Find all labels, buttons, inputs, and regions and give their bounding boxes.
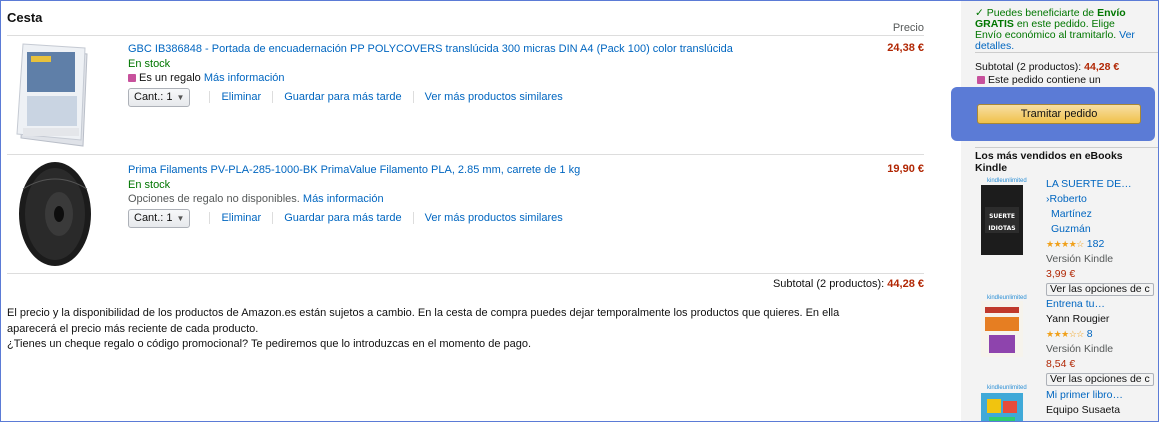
book-author: Equipo Susaeta [1046, 404, 1121, 416]
book-cover[interactable]: SUERTE IDIOTAS [981, 185, 1023, 255]
item-price: 19,90 € [887, 163, 924, 175]
product-title-link[interactable]: GBC IB386848 - Portada de encuadernación… [128, 42, 924, 56]
book-cover[interactable] [981, 393, 1023, 422]
star-rating-icon[interactable]: ★★★☆☆ [1046, 329, 1084, 339]
quantity-label: Cant.: [134, 212, 164, 224]
purchase-options-button[interactable]: Ver las opciones de c [1046, 283, 1154, 296]
product-image-binding-covers[interactable] [13, 40, 97, 150]
gift-info-link[interactable]: Más información [303, 193, 384, 205]
product-image-filament-spool[interactable] [13, 159, 97, 269]
ebooks-heading: Los más vendidos en eBooks Kindle [975, 150, 1123, 174]
free-shipping-message: ✓ Puedes beneficiarte de Envío GRATIS en… [975, 8, 1140, 52]
star-rating-icon[interactable]: ★★★★☆ [1046, 239, 1084, 249]
ebook-recommendation-2: kindleunlimited Entrena tu… Yann Rougier… [975, 295, 1158, 387]
save-for-later-link[interactable]: Guardar para más tarde [284, 212, 401, 224]
quantity-value: 1 [166, 91, 173, 103]
disclaimer-line: El precio y la disponibilidad de los pro… [7, 307, 840, 319]
cart-page: Cesta Precio GBC IB386848 - Portada de e… [0, 0, 1159, 422]
rating-count-link[interactable]: 182 [1087, 238, 1105, 250]
gift-label: Es un regalo [139, 72, 201, 84]
price-column-header: Precio [892, 22, 924, 34]
quantity-value: 1 [166, 212, 173, 224]
checkout-button[interactable]: Tramitar pedido [977, 104, 1141, 124]
subtotal-label: Subtotal (2 productos): [975, 61, 1082, 73]
stock-status: En stock [128, 58, 171, 70]
delete-link[interactable]: Eliminar [221, 212, 261, 224]
svg-text:IDIOTAS: IDIOTAS [988, 225, 1015, 232]
gift-label: Este pedido contiene un [988, 74, 1101, 86]
separator [272, 91, 274, 103]
gift-unavailable-label: Opciones de regalo no disponibles. [128, 193, 300, 205]
kindle-unlimited-badge: kindleunlimited [987, 178, 1027, 184]
subtotal-value: 44,28 € [887, 278, 924, 290]
purchase-options-button[interactable]: Ver las opciones de c [1046, 373, 1154, 386]
divider [7, 273, 924, 274]
quantity-dropdown[interactable]: Cant.: 1 ▼ [128, 87, 191, 107]
divider [975, 147, 1158, 148]
divider [975, 52, 1158, 53]
product-title-link[interactable]: Prima Filaments PV-PLA-285-1000-BK Prima… [128, 163, 924, 177]
cart-main: Cesta Precio GBC IB386848 - Portada de e… [1, 1, 936, 421]
separator [412, 91, 414, 103]
similar-products-link[interactable]: Ver más productos similares [425, 91, 563, 103]
price-disclaimer: El precio y la disponibilidad de los pro… [7, 306, 907, 353]
kindle-unlimited-badge: kindleunlimited [987, 385, 1027, 391]
book-format: Versión Kindle [1046, 343, 1114, 355]
delete-link[interactable]: Eliminar [221, 91, 261, 103]
subtotal-value: 44,28 € [1084, 61, 1120, 73]
book-author-link[interactable]: Guzmán [1046, 222, 1158, 237]
gift-card-note: ¿Tienes un cheque regalo o código promoc… [7, 338, 532, 350]
separator [209, 212, 211, 224]
cart-item-1: GBC IB386848 - Portada de encuadernación… [7, 36, 924, 156]
cart-subtotal: Subtotal (2 productos): 44,28 € [773, 278, 924, 290]
gift-checkbox[interactable] [977, 76, 985, 85]
book-title-link[interactable]: Mi primer libro… [1046, 388, 1158, 403]
quantity-label: Cant.: [134, 91, 164, 103]
cart-title: Cesta [7, 10, 43, 25]
book-format: Versión Kindle [1046, 253, 1114, 265]
stock-status: En stock [128, 179, 171, 191]
subtotal-label: Subtotal (2 productos): [772, 278, 885, 290]
ebook-recommendation-1: kindleunlimited SUERTE IDIOTAS LA SUERTE… [975, 177, 1158, 296]
book-author: Yann Rougier [1046, 313, 1110, 325]
cart-item-2: Prima Filaments PV-PLA-285-1000-BK Prima… [7, 155, 924, 275]
book-price: 8,54 € [1046, 358, 1076, 370]
book-price: 3,99 € [1046, 268, 1076, 280]
separator [412, 212, 414, 224]
disclaimer-line: aparecerá el precio más reciente de cada… [7, 322, 259, 335]
book-cover[interactable] [981, 301, 1023, 357]
item-price: 24,38 € [887, 42, 924, 54]
book-title-link[interactable]: LA SUERTE DE… [1046, 177, 1158, 192]
similar-products-link[interactable]: Ver más productos similares [425, 212, 563, 224]
gift-info-link[interactable]: Más información [204, 72, 285, 84]
separator [272, 212, 274, 224]
book-title-link[interactable]: Entrena tu… [1046, 297, 1158, 312]
save-for-later-link[interactable]: Guardar para más tarde [284, 91, 401, 103]
quantity-dropdown[interactable]: Cant.: 1 ▼ [128, 208, 191, 228]
book-author-link[interactable]: Martínez [1046, 207, 1158, 222]
svg-text:SUERTE: SUERTE [989, 213, 1015, 220]
chevron-down-icon: ▼ [176, 92, 185, 102]
order-gift-option: Este pedido contiene un [977, 74, 1101, 86]
sidebar-subtotal: Subtotal (2 productos): 44,28 € [975, 61, 1119, 73]
book-author-link[interactable]: ›Roberto [1046, 192, 1158, 207]
rating-count-link[interactable]: 8 [1087, 328, 1093, 340]
gift-checkbox[interactable] [128, 74, 136, 83]
chevron-down-icon: ▼ [176, 213, 185, 223]
separator [209, 91, 211, 103]
ebook-recommendation-3: kindleunlimited Mi primer libro… Equipo … [975, 385, 1158, 422]
